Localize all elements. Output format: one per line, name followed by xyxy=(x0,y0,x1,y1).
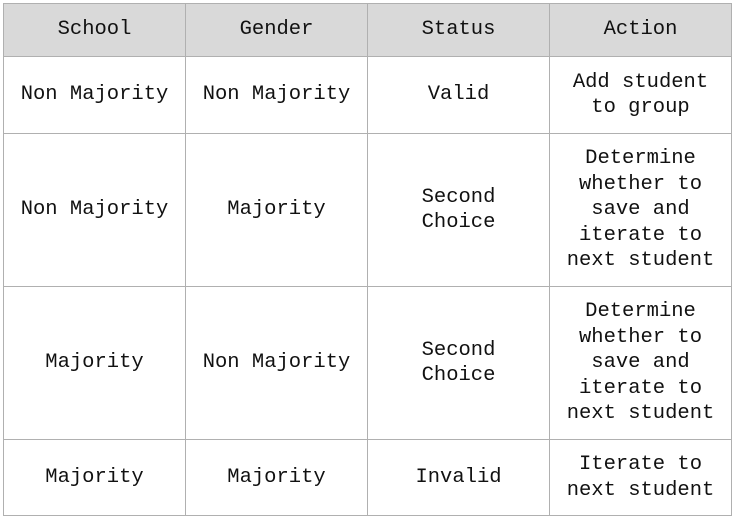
cell-school: Non Majority xyxy=(3,133,186,287)
cell-status: Invalid xyxy=(367,439,550,516)
cell-school: Majority xyxy=(3,439,186,516)
header-school: School xyxy=(3,3,186,57)
cell-status: Second Choice xyxy=(367,133,550,287)
header-row: School Gender Status Action xyxy=(3,3,732,57)
cell-action: Add student to group xyxy=(549,56,732,134)
cell-status: Valid xyxy=(367,56,550,134)
table-row: Majority Majority Invalid Iterate to nex… xyxy=(3,439,732,516)
cell-action: Determine whether to save and iterate to… xyxy=(549,286,732,440)
header-status: Status xyxy=(367,3,550,57)
cell-status: Second Choice xyxy=(367,286,550,440)
cell-gender: Majority xyxy=(185,133,368,287)
table-row: Majority Non Majority Second Choice Dete… xyxy=(3,286,732,440)
cell-gender: Majority xyxy=(185,439,368,516)
rules-table: School Gender Status Action Non Majority… xyxy=(3,3,732,516)
header-action: Action xyxy=(549,3,732,57)
cell-gender: Non Majority xyxy=(185,286,368,440)
table-row: Non Majority Majority Second Choice Dete… xyxy=(3,133,732,287)
cell-school: Non Majority xyxy=(3,56,186,134)
header-gender: Gender xyxy=(185,3,368,57)
cell-action: Iterate to next student xyxy=(549,439,732,516)
table-row: Non Majority Non Majority Valid Add stud… xyxy=(3,56,732,134)
cell-gender: Non Majority xyxy=(185,56,368,134)
cell-action: Determine whether to save and iterate to… xyxy=(549,133,732,287)
cell-school: Majority xyxy=(3,286,186,440)
